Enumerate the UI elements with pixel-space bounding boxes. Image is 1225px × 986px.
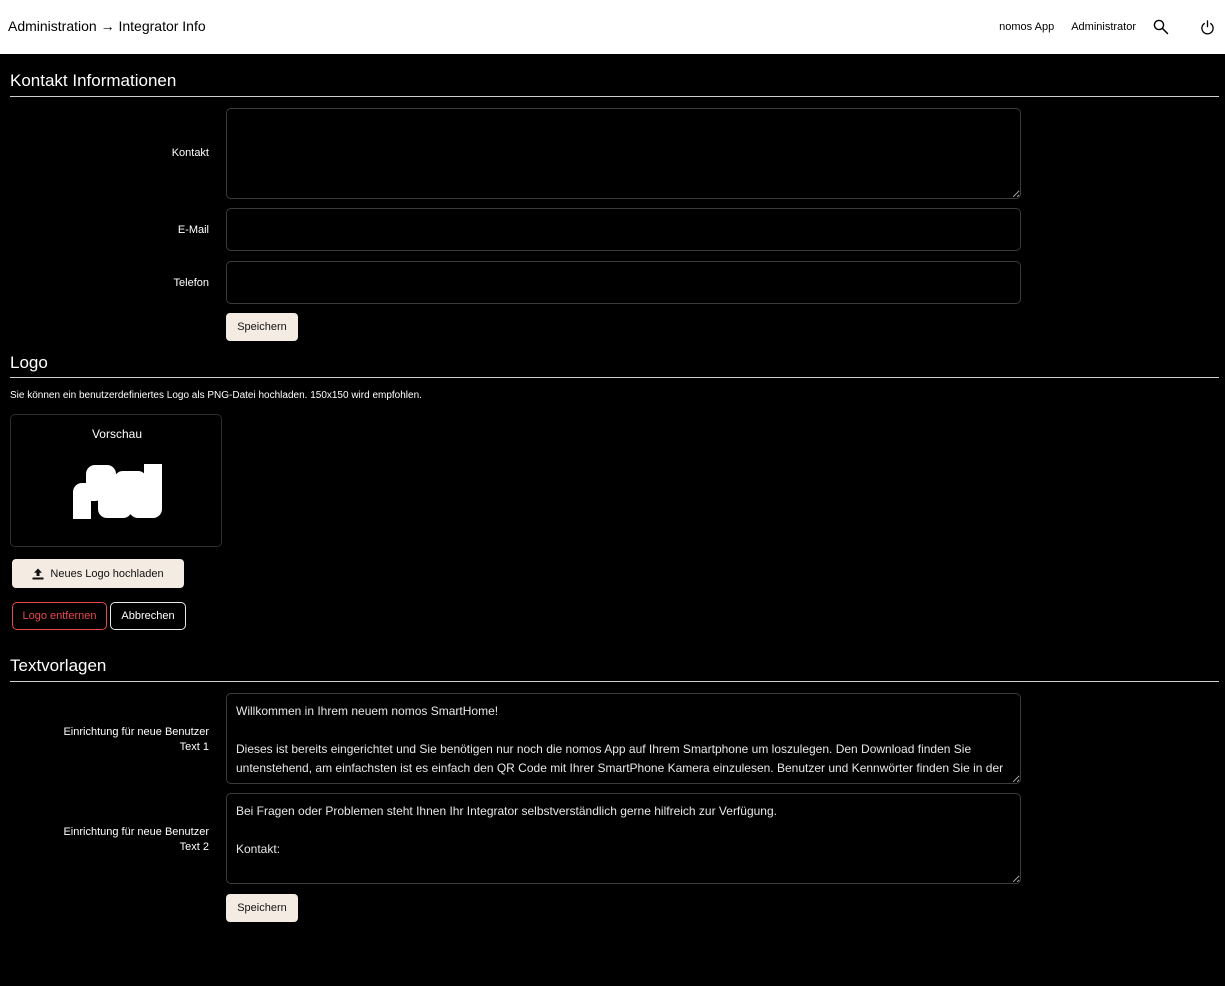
power-icon[interactable] xyxy=(1199,19,1215,35)
nomos-app-link[interactable]: nomos App xyxy=(999,21,1054,33)
breadcrumb: Administration → Integrator Info xyxy=(8,18,206,34)
contact-save-button[interactable]: Speichern xyxy=(226,313,298,341)
upload-logo-button[interactable]: Neues Logo hochladen xyxy=(12,559,184,588)
text2-label-line1: Einrichtung für neue Benutzer xyxy=(63,826,209,838)
email-input[interactable] xyxy=(226,208,1021,251)
telefon-label: Telefon xyxy=(173,277,209,289)
user-menu[interactable]: Administrator xyxy=(1071,21,1136,33)
cancel-button[interactable]: Abbrechen xyxy=(110,602,186,630)
section-divider xyxy=(10,377,1219,378)
top-right-nav: nomos App Administrator xyxy=(999,0,1225,54)
contact-section-title: Kontakt Informationen xyxy=(10,71,177,90)
nomos-logo xyxy=(73,464,162,519)
remove-logo-button[interactable]: Logo entfernen xyxy=(12,602,107,630)
email-label: E-Mail xyxy=(177,224,209,236)
section-divider xyxy=(10,681,1219,682)
text2-textarea[interactable]: Bei Fragen oder Problemen steht Ihnen Ih… xyxy=(226,793,1021,884)
upload-logo-label: Neues Logo hochladen xyxy=(50,567,164,580)
text2-label-line2: Text 2 xyxy=(179,841,209,853)
logo-section-title: Logo xyxy=(10,353,48,372)
section-divider xyxy=(10,96,1219,97)
logo-preview-box: Vorschau xyxy=(10,414,222,547)
upload-icon xyxy=(32,568,44,580)
templates-section-title: Textvorlagen xyxy=(10,656,107,675)
kontakt-label: Kontakt xyxy=(171,147,209,159)
text1-label-line1: Einrichtung für neue Benutzer xyxy=(63,726,209,738)
top-bar: Administration → Integrator Info nomos A… xyxy=(0,0,1225,54)
kontakt-textarea[interactable] xyxy=(226,108,1021,199)
templates-save-button[interactable]: Speichern xyxy=(226,894,298,922)
text1-label: Einrichtung für neue Benutzer Text 1 xyxy=(10,725,209,755)
search-icon[interactable] xyxy=(1153,19,1169,35)
telefon-input[interactable] xyxy=(226,261,1021,304)
preview-label: Vorschau xyxy=(91,427,143,441)
logo-info-text: Sie können ein benutzerdefiniertes Logo … xyxy=(10,390,422,401)
text2-label: Einrichtung für neue Benutzer Text 2 xyxy=(10,825,209,855)
text1-textarea[interactable]: Willkommen in Ihrem neuem nomos SmartHom… xyxy=(226,693,1021,784)
text1-label-line2: Text 1 xyxy=(179,741,209,753)
